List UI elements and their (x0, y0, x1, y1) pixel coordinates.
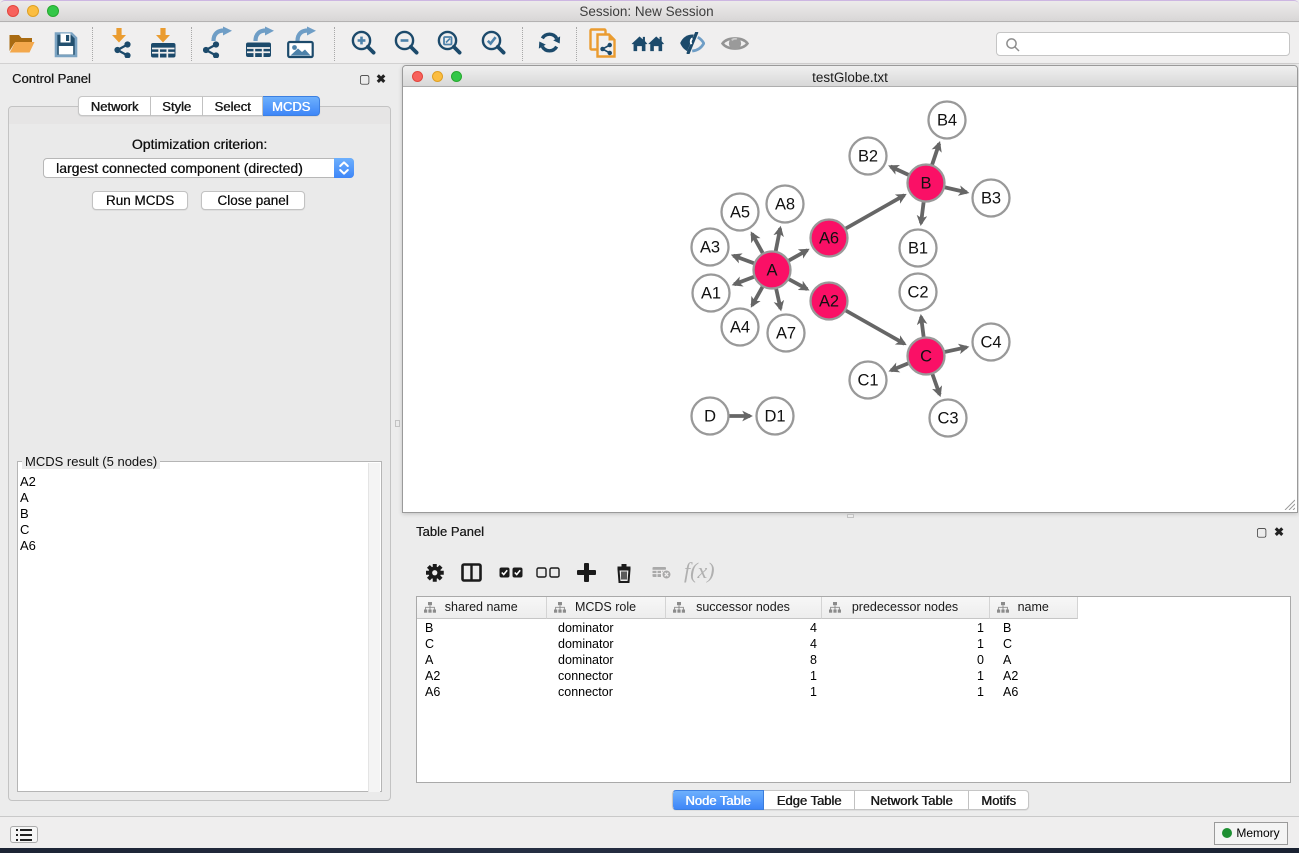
svg-text:A1: A1 (701, 285, 721, 303)
svg-text:A: A (767, 262, 778, 280)
svg-text:A3: A3 (700, 239, 720, 257)
svg-text:A7: A7 (776, 325, 796, 343)
svg-text:A4: A4 (730, 319, 750, 337)
svg-text:B2: B2 (858, 148, 878, 166)
svg-text:B4: B4 (937, 112, 957, 130)
svg-text:D: D (704, 408, 716, 426)
svg-text:B3: B3 (981, 190, 1001, 208)
svg-text:B1: B1 (908, 240, 928, 258)
svg-text:C1: C1 (858, 372, 879, 390)
svg-text:A5: A5 (730, 204, 750, 222)
svg-text:C3: C3 (938, 410, 959, 428)
svg-text:A8: A8 (775, 196, 795, 214)
svg-text:C4: C4 (981, 334, 1002, 352)
svg-text:B: B (921, 175, 932, 193)
svg-text:D1: D1 (765, 408, 786, 426)
svg-text:C: C (920, 348, 932, 366)
svg-text:A2: A2 (819, 293, 839, 311)
svg-text:A6: A6 (819, 230, 839, 248)
svg-text:C2: C2 (908, 284, 929, 302)
